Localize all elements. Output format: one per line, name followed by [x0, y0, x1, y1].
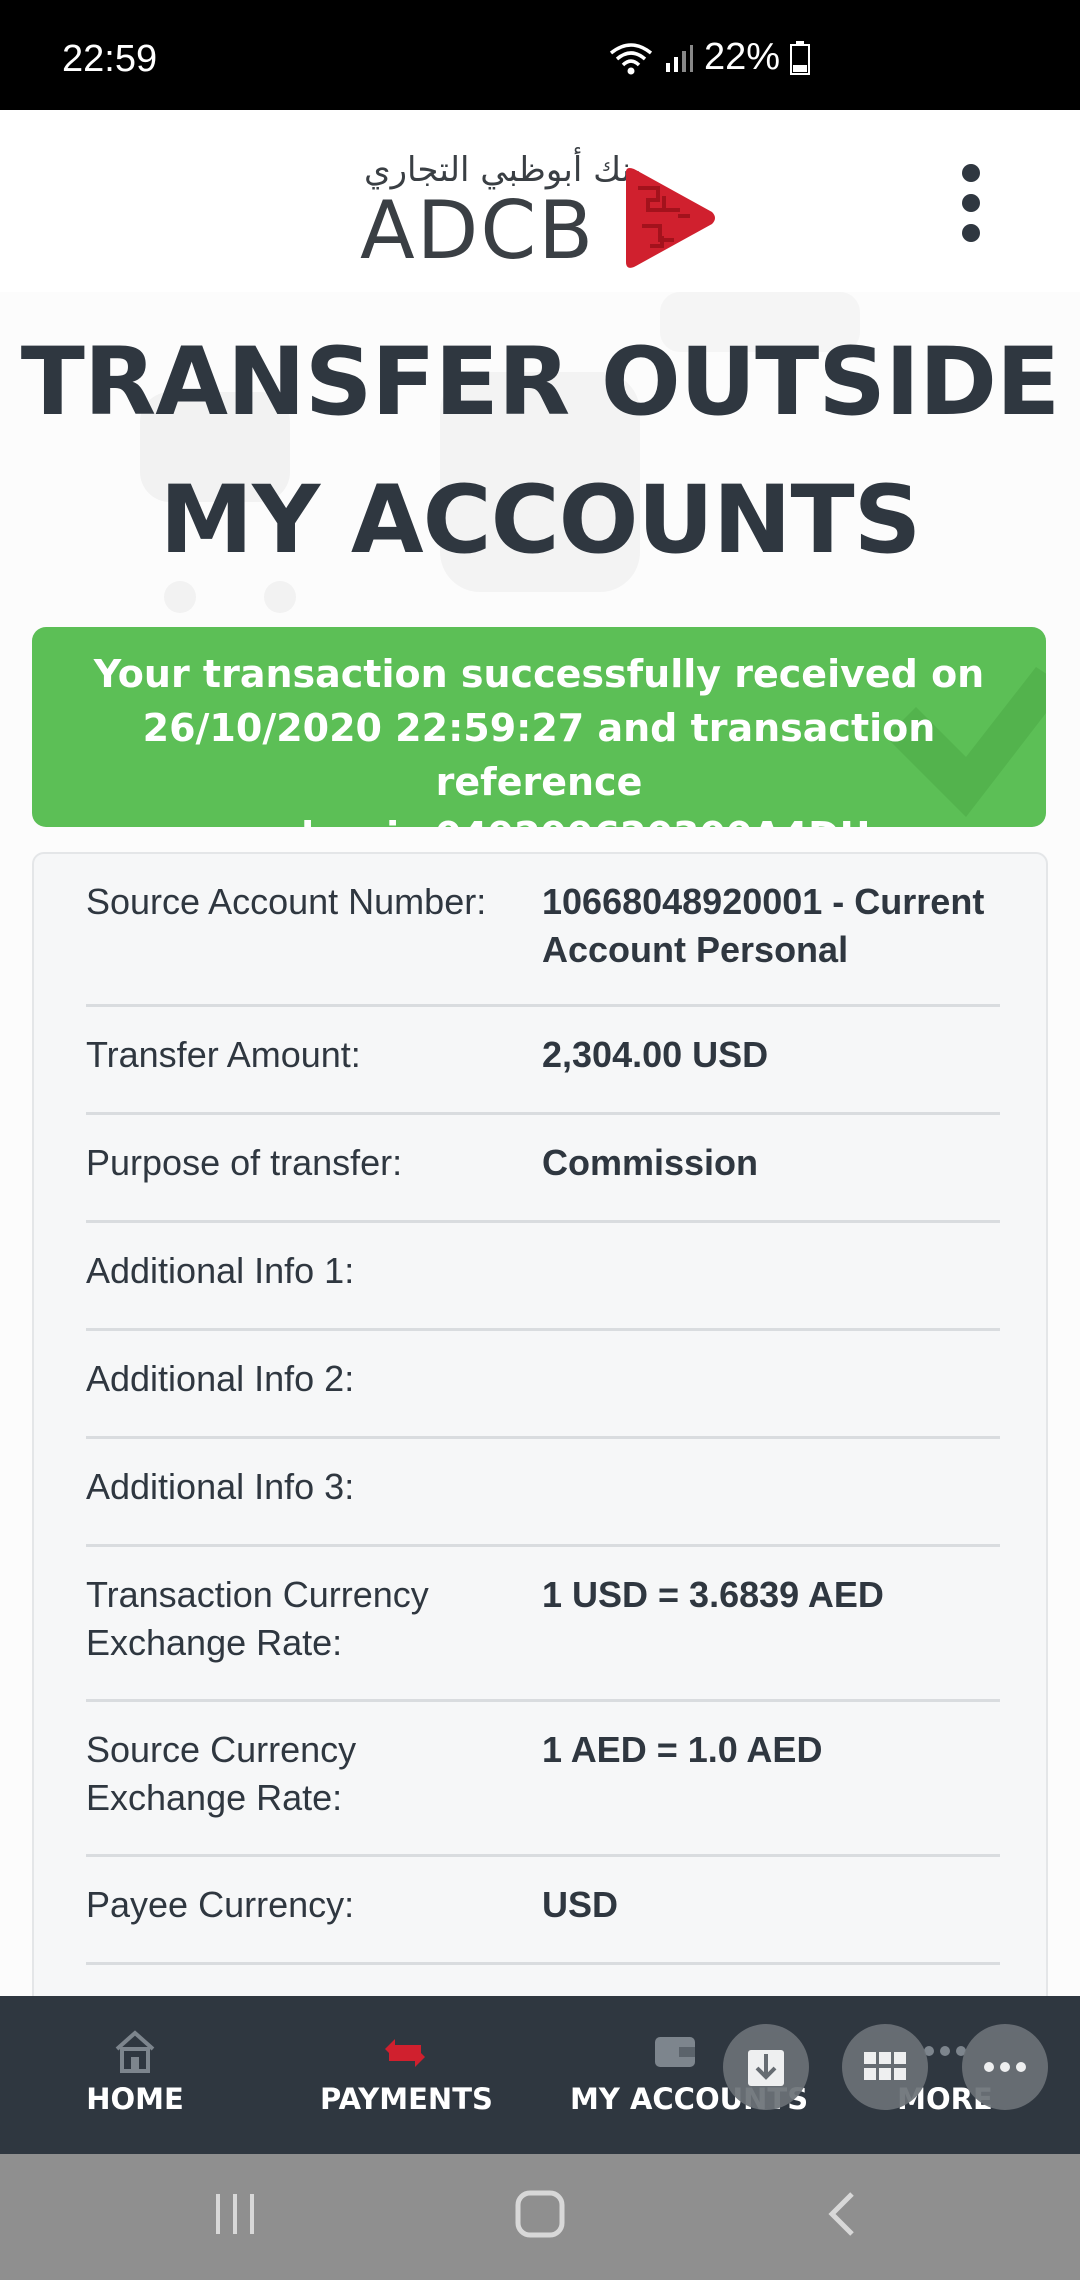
- detail-label: Transaction Currency Exchange Rate:: [86, 1574, 429, 1663]
- system-navigation-bar: [0, 2154, 1080, 2280]
- adcb-logo[interactable]: بنك أبوظبي التجاري ADCB: [360, 150, 720, 277]
- detail-value: 10668048920001 - Current Account Persona…: [542, 881, 985, 970]
- logo-text: ADCB: [360, 184, 596, 277]
- detail-label: Purpose of transfer:: [86, 1142, 403, 1183]
- success-message-line-3: number is 049299620300A4DU: [62, 809, 1016, 827]
- detail-label: Additional Info 3:: [86, 1466, 355, 1507]
- status-bar: 22:59 22%: [0, 0, 1080, 110]
- signal-icon: [666, 44, 693, 72]
- detail-row-transaction-exchange-rate: Transaction Currency Exchange Rate: 1 US…: [86, 1547, 1000, 1702]
- nav-payments[interactable]: PAYMENTS: [320, 2026, 493, 2136]
- detail-value: Commission: [542, 1142, 759, 1183]
- status-time: 22:59: [62, 38, 158, 80]
- page-title-line-2: MY ACCOUNTS: [159, 466, 922, 575]
- success-message: Your transaction successfully received o…: [62, 647, 1016, 827]
- detail-row-additional-info-3: Additional Info 3:: [86, 1439, 1000, 1547]
- wifi-icon: [609, 42, 653, 74]
- detail-row-payee-currency: Payee Currency: USD: [86, 1857, 1000, 1965]
- detail-value: 1 USD = 3.6839 AED: [542, 1574, 884, 1615]
- page-title: TRANSFER OUTSIDE MY ACCOUNTS: [0, 314, 1080, 590]
- overflow-menu-icon[interactable]: [950, 160, 994, 246]
- grid-icon: [864, 2052, 906, 2080]
- detail-row-additional-info-1: Additional Info 1:: [86, 1223, 1000, 1331]
- nav-home[interactable]: HOME: [60, 2026, 210, 2136]
- download-icon: [748, 2050, 784, 2086]
- detail-label: Transfer Amount:: [86, 1034, 361, 1075]
- home-button-icon[interactable]: [512, 2184, 568, 2244]
- apps-grid-fab[interactable]: [842, 2024, 928, 2110]
- detail-label: Source Currency Exchange Rate:: [86, 1729, 357, 1818]
- app-header: بنك أبوظبي التجاري ADCB: [0, 110, 1080, 294]
- adcb-logo-mark-icon: [626, 168, 715, 268]
- detail-row-source-account: Source Account Number: 10668048920001 - …: [86, 854, 1000, 1007]
- detail-row-additional-info-2: Additional Info 2:: [86, 1331, 1000, 1439]
- payments-icon: [385, 2039, 425, 2067]
- success-message-line-1: Your transaction successfully received o…: [93, 652, 985, 696]
- nav-home-label: HOME: [86, 2082, 184, 2116]
- detail-value: 2,304.00 USD: [542, 1034, 769, 1075]
- detail-row-purpose: Purpose of transfer: Commission: [86, 1115, 1000, 1223]
- detail-row-source-exchange-rate: Source Currency Exchange Rate: 1 AED = 1…: [86, 1702, 1000, 1857]
- success-message-line-2: 26/10/2020 22:59:27 and transaction refe…: [142, 706, 936, 804]
- detail-label: Additional Info 2:: [86, 1358, 355, 1399]
- main-content: TRANSFER OUTSIDE MY ACCOUNTS Your transa…: [0, 292, 1080, 1996]
- detail-row-transfer-amount: Transfer Amount: 2,304.00 USD: [86, 1007, 1000, 1115]
- success-banner: Your transaction successfully received o…: [32, 627, 1046, 827]
- wallet-icon: [655, 2037, 695, 2067]
- home-icon: [115, 2030, 155, 2073]
- detail-label: Additional Info 1:: [86, 1250, 355, 1291]
- detail-label: Source Account Number:: [86, 881, 487, 922]
- horizontal-dots-icon: [984, 2062, 1026, 2072]
- recent-apps-icon[interactable]: [210, 2184, 260, 2244]
- back-icon[interactable]: [818, 2184, 868, 2244]
- bottom-navigation: HOME PAYMENTS MY ACCOUNTS MORE: [0, 1996, 1080, 2154]
- detail-label: Payee Currency:: [86, 1884, 355, 1925]
- battery-percent: 22%: [704, 36, 781, 78]
- battery-icon: [790, 40, 811, 75]
- page-title-line-1: TRANSFER OUTSIDE: [20, 328, 1060, 437]
- nav-payments-label: PAYMENTS: [320, 2082, 493, 2116]
- status-icons: 22%: [608, 36, 811, 79]
- transfer-details-card: Source Account Number: 10668048920001 - …: [32, 852, 1048, 1996]
- detail-value: USD: [542, 1884, 619, 1925]
- download-fab[interactable]: [723, 2024, 809, 2110]
- detail-value: 1 AED = 1.0 AED: [542, 1729, 823, 1770]
- more-options-fab[interactable]: [962, 2024, 1048, 2110]
